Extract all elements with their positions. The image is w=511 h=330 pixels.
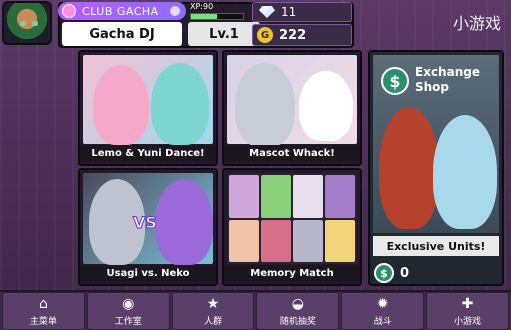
- dollar-icon: $: [381, 67, 409, 95]
- xp-bar: [190, 13, 244, 20]
- game-card-label: Memory Match: [224, 265, 360, 282]
- character-figure: [93, 65, 149, 145]
- club-dot-icon: [170, 6, 180, 16]
- memory-card: [261, 219, 291, 262]
- game-card-label: Usagi vs. Neko: [80, 265, 216, 282]
- nav-item-battle[interactable]: ✹ 战斗: [341, 292, 425, 330]
- game-art: VS: [83, 173, 213, 265]
- screen-title: 小游戏: [452, 14, 501, 33]
- versus-text: VS: [133, 213, 158, 233]
- gamepad-icon: ✚: [461, 295, 474, 312]
- game-art: [227, 173, 357, 264]
- nav-item-label: 人群: [204, 316, 223, 327]
- character-figure: [433, 115, 497, 229]
- gem-counter[interactable]: 11: [252, 2, 352, 22]
- character-figure: [155, 179, 213, 265]
- memory-card: [325, 219, 355, 262]
- star-icon: ★: [206, 295, 220, 312]
- gold-coin-icon: G: [257, 27, 273, 43]
- memory-card: [293, 175, 323, 218]
- shop-art: $ Exchange Shop: [373, 55, 499, 233]
- nav-item-main-menu[interactable]: ⌂ 主菜单: [2, 292, 85, 330]
- xp-label: XP:90: [190, 2, 214, 11]
- memory-card: [325, 175, 355, 218]
- memory-card: [293, 219, 323, 262]
- shop-caption: Exclusive Units!: [373, 236, 499, 256]
- camera-icon: ◉: [122, 295, 135, 312]
- character-figure: [151, 63, 209, 145]
- memory-card-grid: [227, 173, 357, 264]
- diamond-icon: [259, 6, 275, 18]
- memory-card: [229, 175, 259, 218]
- game-art: [83, 55, 213, 145]
- shop-coin-icon: $: [374, 263, 394, 283]
- club-label: CLUB GACHA: [82, 4, 159, 18]
- game-art: [227, 55, 357, 147]
- nav-item-label: 随机抽奖: [279, 316, 316, 327]
- gold-counter[interactable]: G 222: [252, 24, 352, 46]
- player-name: Gacha DJ: [62, 22, 182, 46]
- player-level: Lv.1: [188, 22, 260, 46]
- gem-count: 11: [281, 5, 297, 19]
- capsule-icon: ◒: [291, 295, 304, 312]
- player-avatar[interactable]: [2, 1, 52, 45]
- nav-item-crowd[interactable]: ★ 人群: [171, 292, 255, 330]
- memory-card: [229, 219, 259, 262]
- xp-meter: XP:90: [188, 2, 246, 22]
- nav-item-label: 小游戏: [454, 316, 482, 327]
- club-star-icon: [62, 4, 76, 18]
- nav-item-minigames[interactable]: ✚ 小游戏: [426, 292, 509, 330]
- character-figure: [379, 107, 439, 229]
- game-card-label: Mascot Whack!: [224, 145, 360, 162]
- shop-title-line2: Shop: [415, 80, 450, 94]
- nav-item-gacha[interactable]: ◒ 随机抽奖: [256, 292, 340, 330]
- nav-item-studio[interactable]: ◉ 工作室: [86, 292, 170, 330]
- xp-fill: [191, 14, 217, 19]
- avatar-right-eye: [32, 21, 38, 26]
- bottom-nav: ⌂ 主菜单 ◉ 工作室 ★ 人群 ◒ 随机抽奖 ✹ 战斗 ✚ 小游戏: [0, 290, 511, 330]
- game-card-label: Lemo & Yuni Dance!: [80, 145, 216, 162]
- home-icon: ⌂: [38, 295, 48, 312]
- shop-title: Exchange Shop: [415, 65, 480, 95]
- game-card-memory-match[interactable]: Memory Match: [222, 168, 362, 286]
- nav-item-label: 战斗: [373, 316, 392, 327]
- shop-title-line1: Exchange: [415, 65, 480, 79]
- memory-card: [261, 175, 291, 218]
- club-badge[interactable]: CLUB GACHA: [58, 2, 186, 20]
- avatar-left-eye: [20, 21, 26, 26]
- gold-count: 222: [279, 27, 307, 43]
- nav-item-label: 工作室: [114, 316, 142, 327]
- game-card-mascot-whack[interactable]: Mascot Whack!: [222, 50, 362, 166]
- nav-item-label: 主菜单: [29, 316, 57, 327]
- exchange-shop-card[interactable]: $ Exchange Shop Exclusive Units! $ 0: [368, 50, 504, 286]
- shop-currency-value: 0: [400, 265, 410, 281]
- burst-icon: ✹: [376, 295, 389, 312]
- game-card-usagi-neko[interactable]: VS Usagi vs. Neko: [78, 168, 218, 286]
- shop-currency: $ 0: [374, 262, 409, 284]
- character-figure: [299, 71, 353, 141]
- character-figure: [235, 63, 295, 147]
- game-card-lemo-yuni[interactable]: Lemo & Yuni Dance!: [78, 50, 218, 166]
